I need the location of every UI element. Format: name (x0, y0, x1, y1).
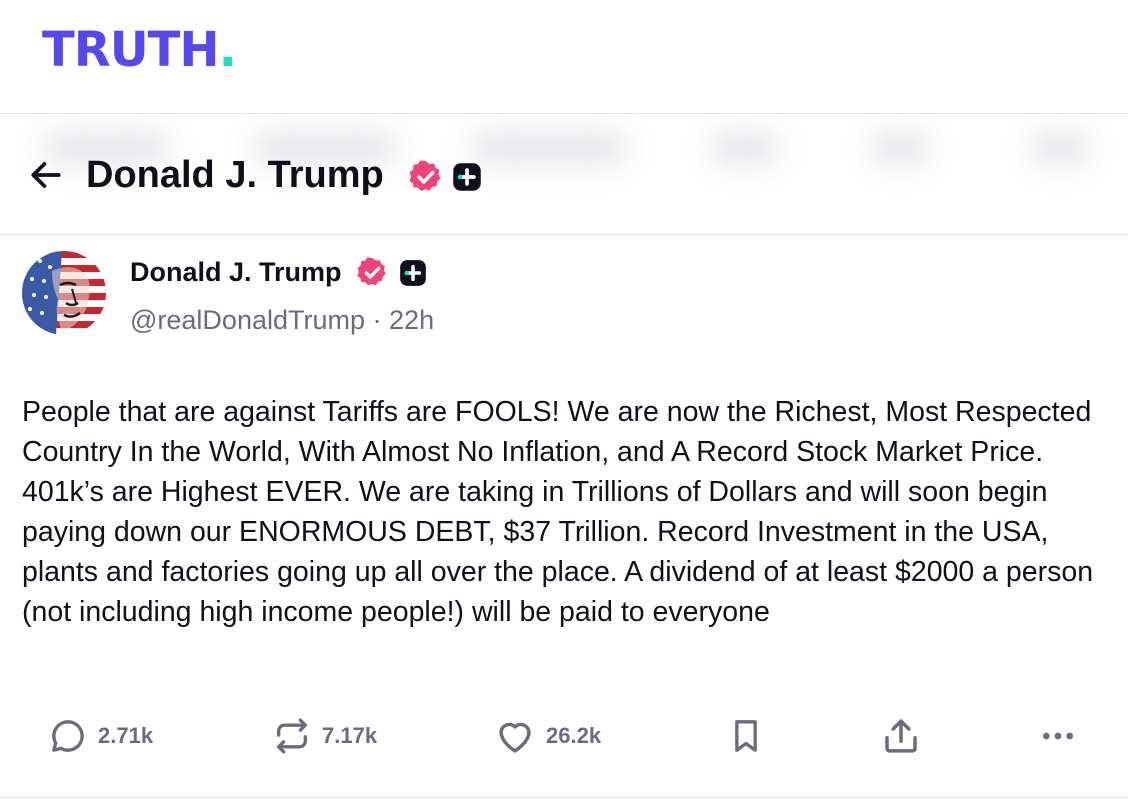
bookmark-button[interactable] (726, 716, 766, 756)
more-options-button[interactable] (1036, 716, 1080, 756)
post-card: Donald J. Trump @realDonaldTrump · 22h P… (0, 236, 1128, 798)
more-horizontal-icon (1043, 732, 1073, 740)
logo-dot: . (218, 22, 237, 78)
meta-separator: · (372, 305, 382, 335)
page-title: Donald J. Trump (86, 154, 384, 196)
like-button[interactable]: 26.2k (494, 716, 601, 756)
top-bar: TRUTH. (0, 0, 1128, 114)
comment-icon (52, 720, 84, 752)
verified-badge-icon (409, 160, 441, 192)
reply-button[interactable]: 2.71k (48, 716, 153, 756)
heart-icon (499, 722, 531, 753)
profile-header: Donald J. Trump (0, 115, 1128, 235)
share-icon (885, 719, 917, 753)
author-meta: @realDonaldTrump · 22h (130, 304, 434, 336)
truth-social-page: TRUTH. Donald J. Trump Donald J. Trump @… (0, 0, 1128, 802)
post-body: People that are against Tariffs are FOOL… (22, 396, 1094, 628)
truth-plus-badge-icon (400, 259, 426, 286)
truth-logo[interactable]: TRUTH. (42, 22, 237, 78)
logo-text: TRUTH (42, 22, 220, 78)
arrow-left-icon (31, 162, 61, 188)
bookmark-icon (735, 720, 757, 752)
truth-plus-badge-icon (453, 163, 481, 191)
avatar[interactable] (22, 251, 106, 335)
like-count: 26.2k (546, 723, 602, 748)
retruth-count: 7.17k (322, 723, 378, 748)
author-badges (356, 256, 427, 289)
share-button[interactable] (880, 716, 922, 756)
flag-portrait-avatar (22, 251, 106, 335)
header-badges (408, 159, 482, 195)
reply-count: 2.71k (98, 723, 154, 748)
author-name[interactable]: Donald J. Trump (130, 256, 342, 288)
retruth-icon (277, 718, 307, 754)
back-button[interactable] (26, 155, 66, 195)
verified-badge-icon (357, 257, 386, 286)
retruth-button[interactable]: 7.17k (272, 716, 377, 756)
post-actions: 2.71k 7.17k 26.2k (0, 706, 1128, 762)
post-time[interactable]: 22h (389, 305, 434, 335)
author-handle[interactable]: @realDonaldTrump (130, 305, 365, 335)
